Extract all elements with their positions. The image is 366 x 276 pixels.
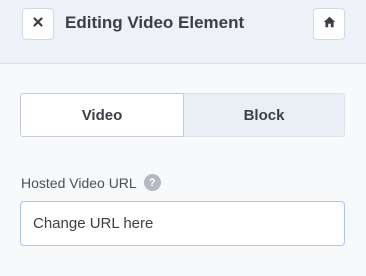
tab-block[interactable]: Block <box>184 93 345 137</box>
hosted-video-url-input[interactable] <box>20 201 345 246</box>
close-button[interactable] <box>22 8 54 40</box>
tab-group: Video Block <box>20 93 345 137</box>
field-label-text: Hosted Video URL <box>21 174 137 191</box>
panel-header: Editing Video Element <box>0 0 366 64</box>
edit-video-panel: Editing Video Element Video Block Hosted… <box>0 0 366 276</box>
help-icon[interactable]: ? <box>143 174 161 191</box>
hosted-video-url-label: Hosted Video URL ? <box>21 174 161 191</box>
home-button[interactable] <box>313 8 345 40</box>
page-title: Editing Video Element <box>65 13 245 32</box>
tab-video[interactable]: Video <box>20 93 184 137</box>
home-icon <box>323 15 336 33</box>
close-icon <box>32 15 44 33</box>
